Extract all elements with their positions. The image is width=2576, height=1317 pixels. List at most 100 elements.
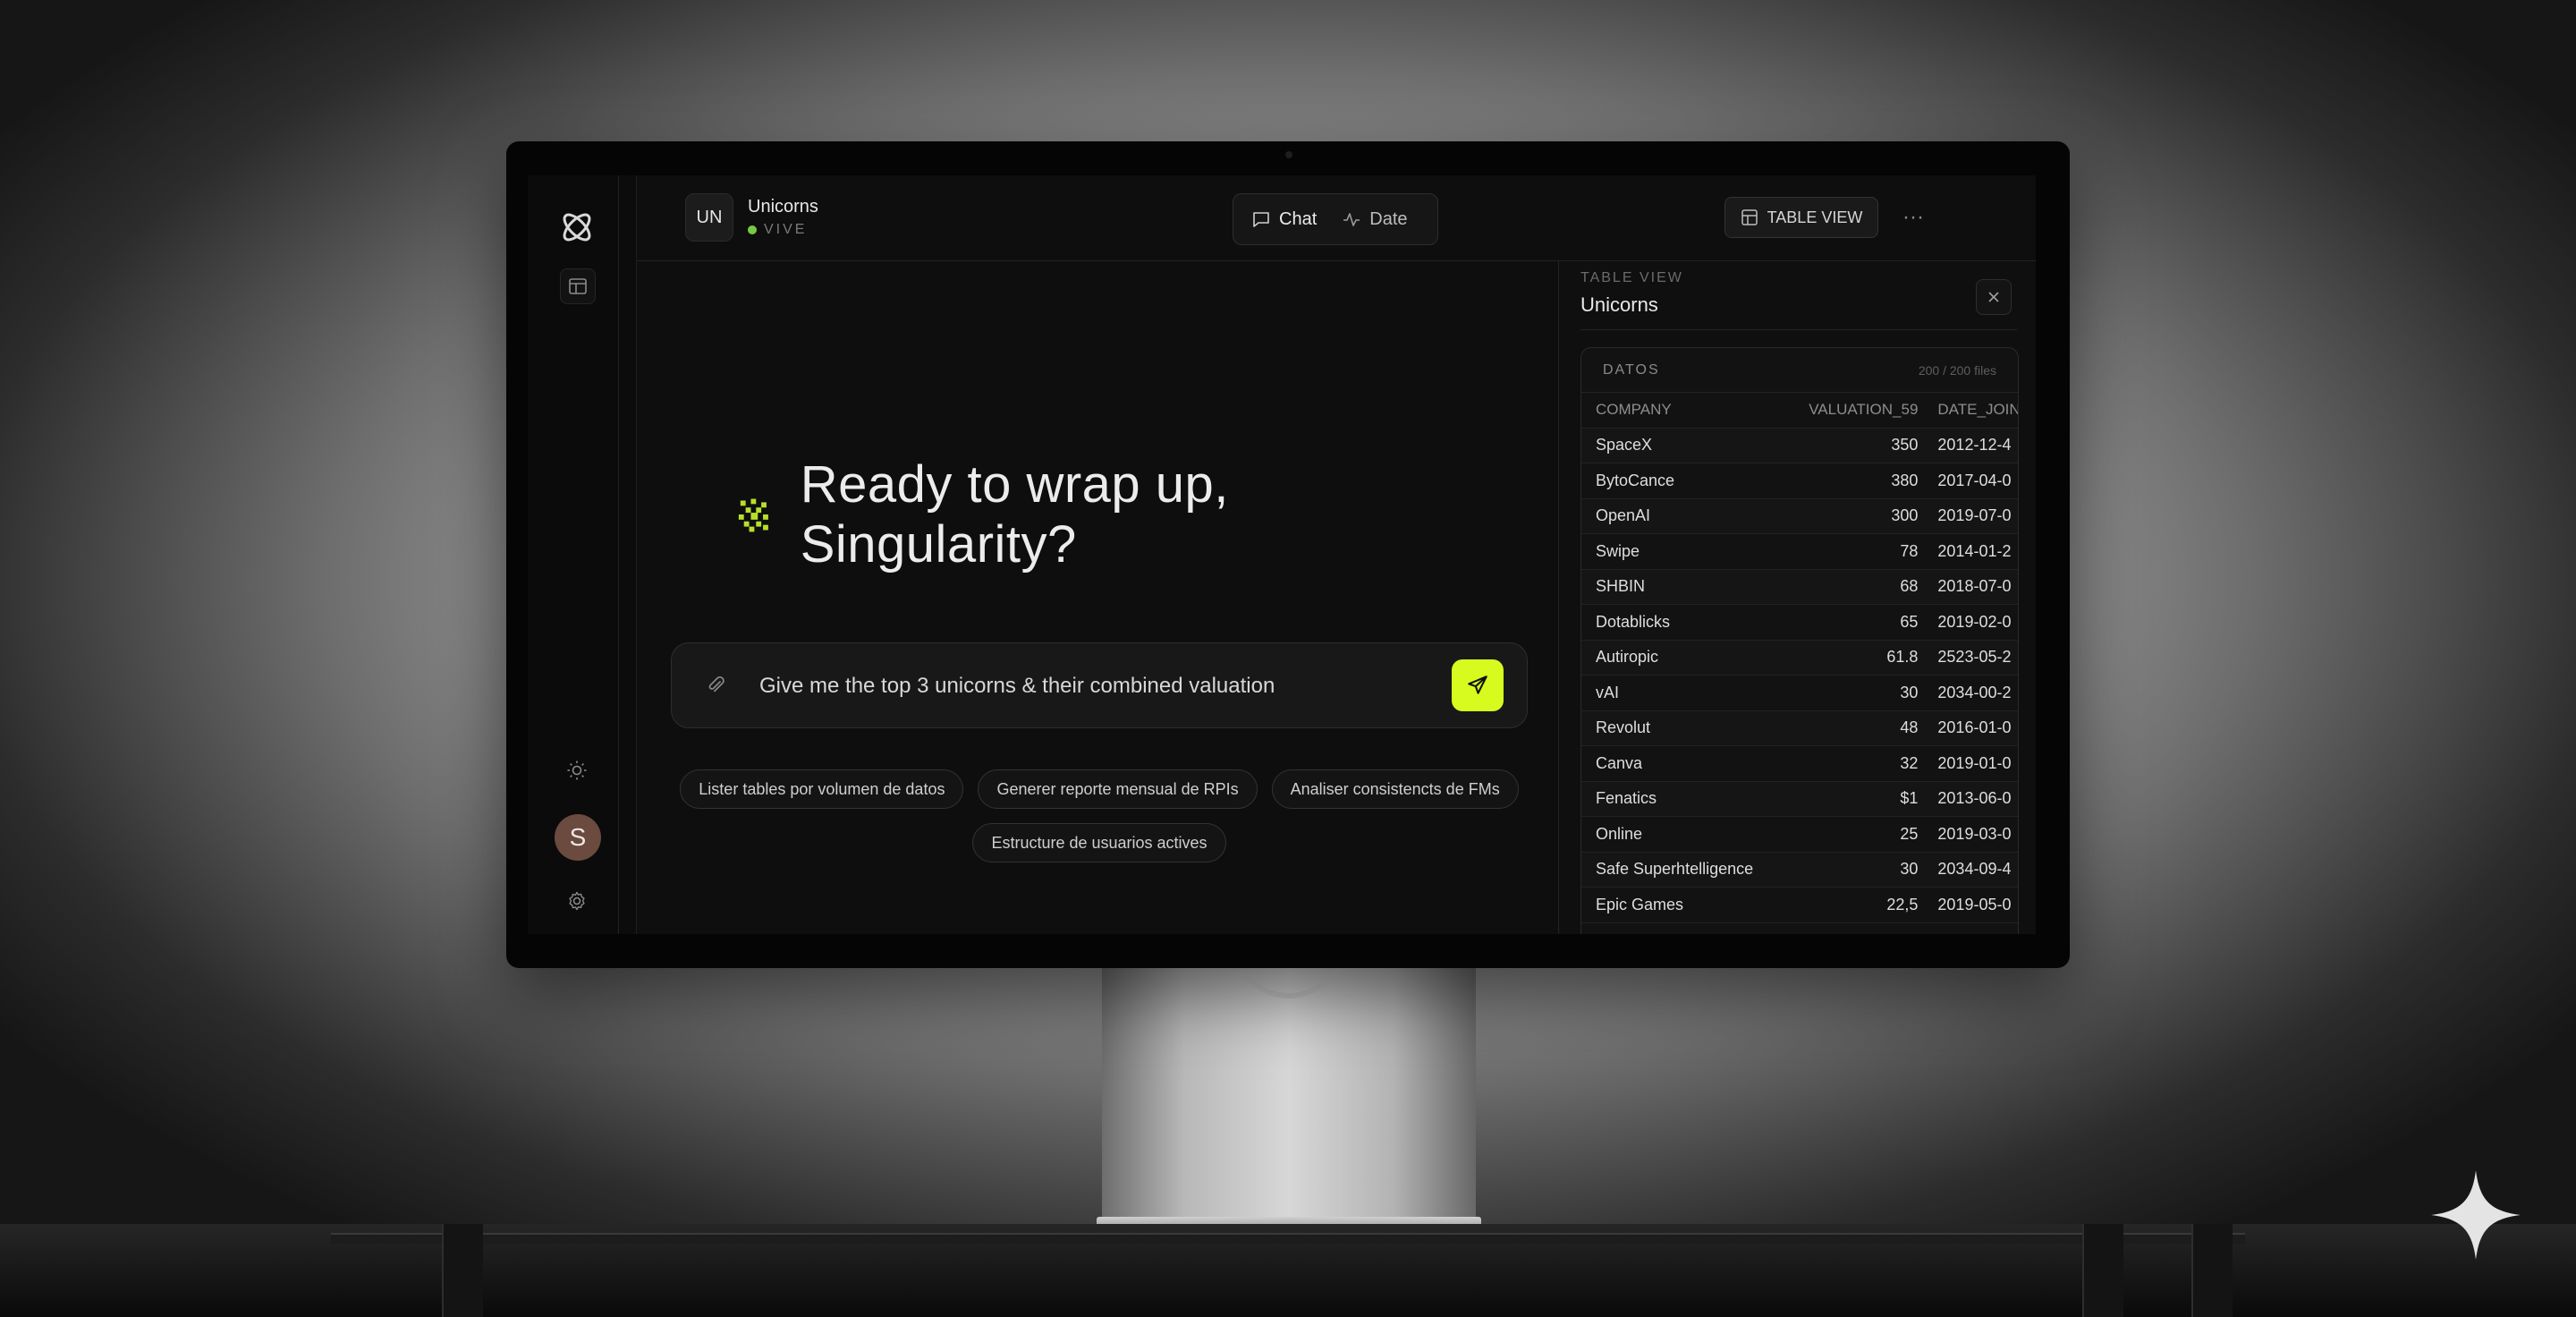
send-button[interactable] [1452,659,1504,711]
tab-data-label: Date [1369,208,1408,229]
collapsed-sidebar [619,175,637,934]
date-cell: 2017-04-0 [1937,471,2012,489]
app-screen: S UN Unicorns VIVE Chat Date TABLE VIEW [528,175,2036,934]
date-cell: 2019-07-0 [1937,506,2012,525]
card-header: DATOS 200 / 200 files [1581,348,2018,393]
suggestion-chip[interactable]: Generer reporte mensual de RPIs [978,769,1258,809]
table-row[interactable]: Swipe 78 2014-01-2 [1581,534,2018,570]
close-panel-button[interactable] [1976,279,2012,315]
panel-title: Unicorns [1580,293,1658,316]
company-cell: SHBIN [1596,577,1646,596]
data-table-card: DATOS 200 / 200 files COMPANY VALUATION_… [1580,347,2019,934]
left-rail: S [528,175,619,934]
greeting: Ready to wrap up, Singularity? [735,455,1499,574]
desk-leg [2191,1224,2233,1317]
row-count: 200 / 200 files [1918,362,1996,378]
suggestion-chip[interactable]: Analiser consistencts de FMs [1271,769,1519,809]
table-row[interactable]: Dotablicks 65 2019-02-0 [1581,605,2018,641]
tab-chat[interactable]: Chat [1242,202,1326,237]
more-options-icon[interactable]: ··· [1898,202,1928,233]
company-cell: Online [1596,824,1643,843]
tab-chat-label: Chat [1279,208,1318,229]
column-header[interactable]: VALUATION_59 [1795,401,1918,419]
table-view-panel: TABLE VIEW Unicorns DATOS 200 / 200 file… [1558,261,2036,934]
atom-logo-icon[interactable] [557,208,597,247]
mode-toggle: Chat Date [1233,193,1438,245]
table-row[interactable]: Epic Games 22,5 2019-05-0 [1581,888,2018,923]
table-row[interactable]: BytoCance 380 2017-04-0 [1581,463,2018,499]
valuation-cell: 68 [1900,577,1919,596]
table-row[interactable]: OpenAI 300 2019-07-0 [1581,498,2018,534]
date-cell: 2523-05-2 [1937,648,2012,667]
table-row[interactable]: Safe Superhtelligence 30 2034-09-4 [1581,852,2018,888]
company-cell: Canva [1596,753,1643,772]
camera-dot [1285,151,1292,158]
suggestion-chips: Lister tables por volumen de datos Gener… [671,769,1528,862]
date-cell: 2034-09-4 [1937,860,2012,879]
valuation-cell: 350 [1891,436,1919,455]
monitor-stand [1102,964,1476,1224]
company-cell: Dotablicks [1596,612,1671,631]
prompt-text[interactable]: Give me the top 3 unicorns & their combi… [759,674,1275,699]
greeting-title: Ready to wrap up, Singularity? [800,455,1229,574]
table-row[interactable]: Online 25 2019-03-0 [1581,817,2018,853]
table-row[interactable]: Canva 32 2019-01-0 [1581,746,2018,782]
company-cell: Autiropic [1596,648,1659,667]
column-header[interactable]: DATE_JOIN [1918,401,2018,419]
valuation-cell: 30 [1900,860,1919,879]
date-cell: 2012-12-4 [1937,436,2012,455]
top-bar: UN Unicorns VIVE Chat Date TABLE VIEW ··… [637,175,2036,261]
valuation-cell: 32 [1900,753,1919,772]
suggestion-chip[interactable]: Lister tables por volumen de datos [680,769,964,809]
table-view-button[interactable]: TABLE VIEW [1724,197,1878,238]
valuation-cell: 380 [1891,471,1919,489]
date-cell: 2034-00-2 [1937,683,2012,701]
tab-data[interactable]: Date [1333,202,1416,237]
company-cell: Swipe [1596,541,1640,560]
live-dot-icon [748,225,757,234]
valuation-cell: $1 [1900,789,1919,808]
date-cell: 2019-03-0 [1937,824,2012,843]
company-cell: Safe Superhtelligence [1596,860,1754,879]
valuation-cell: 48 [1900,718,1919,737]
panel-divider [1580,329,2017,330]
valuation-cell: 61.8 [1886,648,1919,667]
table-view-label: TABLE VIEW [1767,208,1863,226]
date-cell: 2018-07-0 [1937,577,2012,596]
chat-icon [1253,212,1269,227]
valuation-cell: 65 [1900,612,1919,631]
table-row[interactable]: SHBIN 68 2018-07-0 [1581,569,2018,605]
valuation-cell: 78 [1900,541,1919,560]
paperclip-icon[interactable] [702,672,729,699]
panel-eyebrow: TABLE VIEW [1580,270,1683,285]
valuation-cell: 22,5 [1886,895,1919,913]
desk-leg [442,1224,483,1317]
close-icon [1988,292,1999,302]
avatar[interactable]: S [555,814,601,861]
date-cell: 2019-02-0 [1937,612,2012,631]
table-icon[interactable] [560,268,596,304]
pixel-sparkle-icon [738,498,768,532]
date-cell: 2013-06-0 [1937,789,2012,808]
suggestion-chip[interactable]: Estructure de usuarios actives [972,823,1226,862]
workspace-name: Unicorns [748,197,818,217]
table-row[interactable]: Revolut 48 2016-01-0 [1581,710,2018,746]
column-header[interactable]: COMPANY [1581,401,1795,419]
workspace-badge[interactable]: UN [685,193,733,242]
card-label: DATOS [1603,361,1660,378]
gear-icon[interactable] [564,888,590,914]
company-cell: SpaceX [1596,436,1653,455]
table-row[interactable]: SpaceX 350 2012-12-4 [1581,428,2018,463]
sun-icon[interactable] [564,757,590,784]
date-cell: 2016-01-0 [1937,718,2012,737]
table-row[interactable]: vAI 30 2034-00-2 [1581,675,2018,711]
sparkle-watermark-icon [2431,1170,2521,1260]
prompt-input[interactable]: Give me the top 3 unicorns & their combi… [671,642,1528,728]
table-row[interactable]: Fenatics $1 2013-06-0 [1581,781,2018,817]
table-row[interactable]: Autiropic 61.8 2523-05-2 [1581,640,2018,675]
valuation-cell: 300 [1891,506,1919,525]
date-cell: 2019-05-0 [1937,895,2012,913]
chat-area: ⋮ Ready to wrap up, Singularity? Give me… [637,261,1558,934]
date-cell: 2014-01-2 [1937,541,2012,560]
desk-leg [2082,1224,2123,1317]
